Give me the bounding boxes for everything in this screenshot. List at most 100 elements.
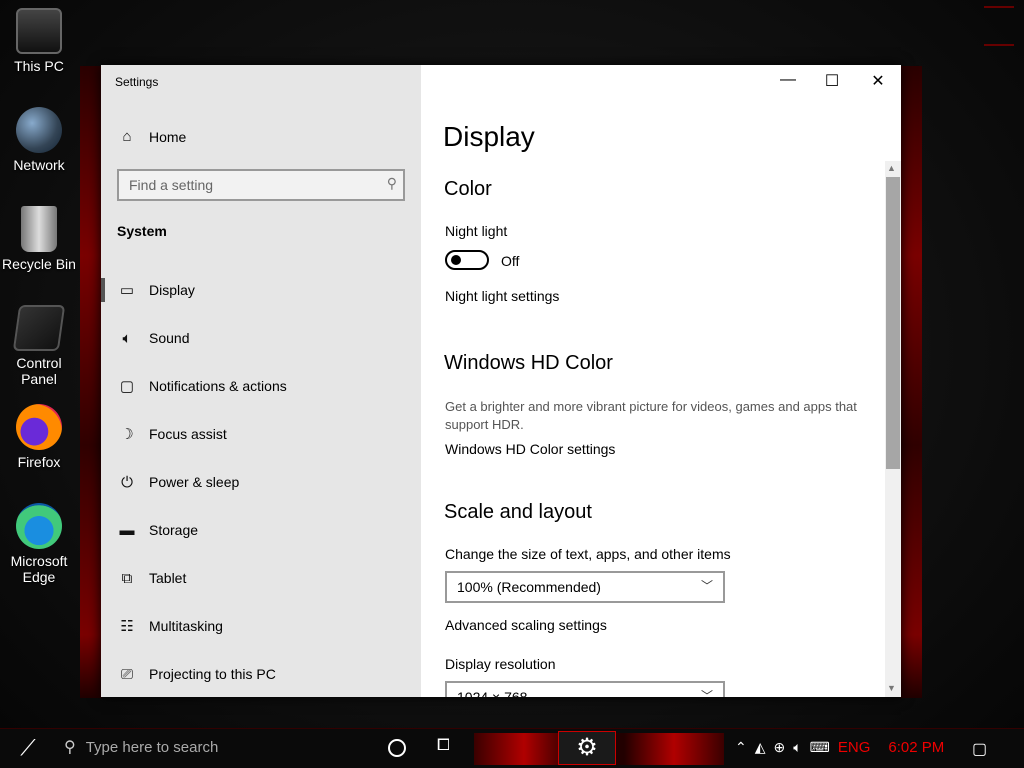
start-logo-icon: ⟋ — [20, 735, 36, 760]
taskbar-search[interactable]: ⚲ Type here to search — [64, 737, 218, 757]
desktop-icon-label: This PC — [14, 58, 64, 74]
sidebar-item-storage[interactable]: ▬ Storage — [101, 506, 421, 554]
hd-color-settings-link[interactable]: Windows HD Color settings — [445, 441, 615, 457]
system-tray: ⌃ ◭ ⊕ 🔈︎ ⌨ ENG 6:02 PM — [735, 739, 944, 756]
resolution-value: 1024 × 768 — [457, 689, 528, 697]
page-title: Display — [443, 121, 535, 152]
sidebar-item-power-sleep[interactable]: ⏻ Power & sleep — [101, 458, 421, 506]
resolution-label: Display resolution — [445, 656, 556, 672]
home-nav-item[interactable]: ⌂ Home — [117, 128, 186, 145]
wallpaper-decoration — [984, 6, 1014, 46]
control-panel-icon — [12, 305, 66, 351]
hd-color-description: Get a brighter and more vibrant picture … — [445, 399, 857, 432]
start-button[interactable]: ⟋ — [0, 729, 56, 768]
scale-layout-heading: Scale and layout — [444, 501, 592, 523]
night-light-toggle[interactable] — [445, 250, 489, 270]
desktop-icon-label: Microsoft Edge — [10, 553, 68, 585]
task-view-icon[interactable]: ⧠ — [437, 737, 450, 755]
globe-icon[interactable]: ⊕ — [774, 739, 786, 756]
power-icon: ⏻ — [121, 473, 133, 491]
size-label: Change the size of text, apps, and other… — [445, 546, 731, 562]
find-setting-input[interactable]: Find a setting ⚲ — [117, 169, 405, 201]
sidebar-item-label: Tablet — [149, 570, 187, 586]
clock[interactable]: 6:02 PM — [888, 739, 944, 756]
scroll-down-icon[interactable]: ▼ — [887, 683, 896, 693]
window-title: Settings — [115, 75, 159, 89]
tray-overflow-icon[interactable]: ⌃ — [735, 739, 747, 756]
keyboard-icon[interactable]: ⌨ — [810, 739, 830, 756]
chevron-down-icon: ﹀ — [700, 689, 713, 697]
search-placeholder: Find a setting — [129, 177, 214, 193]
color-heading: Color — [444, 178, 492, 200]
multitask-icon: ☷ — [120, 618, 134, 635]
monitor-icon: ▭ — [119, 282, 135, 299]
projector-icon: ⎚ — [120, 665, 133, 683]
settings-window: Settings ⌂ Home Find a setting ⚲ System … — [101, 65, 901, 697]
settings-taskbar-button[interactable]: ⚙ — [558, 731, 616, 765]
desktop-icon-label: Control Panel — [16, 355, 62, 387]
desktop-icon-control-panel[interactable]: Control Panel — [0, 305, 78, 387]
sidebar-item-label: Notifications & actions — [149, 378, 287, 394]
sidebar-item-label: Power & sleep — [149, 474, 240, 490]
hd-color-heading: Windows HD Color — [444, 352, 613, 374]
computer-icon — [16, 8, 62, 54]
desktop-icon-label: Network — [13, 157, 65, 173]
sidebar-item-focus-assist[interactable]: ☽ Focus assist — [101, 410, 421, 458]
sidebar-item-multitasking[interactable]: ☷ Multitasking — [101, 602, 421, 650]
toggle-knob — [451, 255, 461, 265]
chevron-down-icon: ﹀ — [700, 579, 713, 593]
scale-value: 100% (Recommended) — [457, 579, 601, 595]
sidebar-item-label: Display — [149, 282, 195, 298]
edge-icon — [16, 503, 62, 549]
night-light-label: Night light — [445, 223, 508, 239]
settings-sidebar: Settings ⌂ Home Find a setting ⚲ System … — [101, 65, 421, 697]
rog-icon[interactable]: ◭ — [755, 739, 766, 756]
firefox-icon — [16, 404, 62, 450]
sidebar-section-label: System — [117, 223, 167, 239]
search-icon: ⚲ — [64, 739, 76, 756]
night-light-state: Off — [501, 253, 520, 269]
desktop-icon-this-pc[interactable]: This PC — [0, 8, 78, 74]
moon-icon: ☽ — [120, 426, 134, 443]
gear-icon: ⚙ — [576, 734, 598, 761]
scrollbar-thumb[interactable] — [886, 177, 900, 469]
scroll-up-icon[interactable]: ▲ — [887, 163, 896, 173]
network-icon — [16, 107, 62, 153]
scrollbar[interactable]: ▲ ▼ — [885, 161, 901, 697]
taskbar-search-placeholder: Type here to search — [85, 738, 219, 756]
cortana-icon[interactable] — [388, 739, 406, 757]
wallpaper-frame-right — [900, 66, 922, 698]
sidebar-item-display[interactable]: ▭ Display — [101, 266, 421, 314]
sidebar-item-label: Projecting to this PC — [149, 666, 276, 682]
desktop-icon-network[interactable]: Network — [0, 107, 78, 173]
sidebar-item-projecting[interactable]: ⎚ Projecting to this PC — [101, 650, 421, 698]
drive-icon: ▬ — [119, 521, 135, 539]
sidebar-item-label: Sound — [149, 330, 190, 346]
advanced-scaling-link[interactable]: Advanced scaling settings — [445, 617, 607, 633]
recycle-bin-icon — [21, 206, 57, 252]
night-light-settings-link[interactable]: Night light settings — [445, 288, 559, 304]
scale-dropdown[interactable]: 100% (Recommended) ﹀ — [445, 571, 725, 603]
sidebar-item-notifications[interactable]: ▢ Notifications & actions — [101, 362, 421, 410]
sidebar-item-sound[interactable]: 🔈︎ Sound — [101, 314, 421, 362]
search-icon: ⚲ — [386, 175, 397, 191]
sidebar-item-tablet[interactable]: ⧉ Tablet — [101, 554, 421, 602]
sidebar-item-label: Focus assist — [149, 426, 227, 442]
desktop-icon-label: Firefox — [17, 454, 61, 470]
language-indicator[interactable]: ENG — [838, 739, 871, 756]
desktop-icon-label: Recycle Bin — [2, 256, 76, 272]
wallpaper-frame-left — [80, 66, 102, 698]
home-label: Home — [149, 128, 187, 145]
speaker-icon: 🔈︎ — [122, 329, 132, 347]
notification-icon[interactable]: ▢ — [972, 739, 987, 759]
home-icon: ⌂ — [122, 128, 132, 145]
desktop-icon-recycle-bin[interactable]: Recycle Bin — [0, 206, 78, 272]
desktop-icon-edge[interactable]: Microsoft Edge — [0, 503, 78, 585]
settings-content: Display Color Night light Off Night ligh… — [421, 65, 901, 697]
taskbar: ⟋ ⚲ Type here to search ⧠ ⚙ ⌃ ◭ ⊕ 🔈︎ ⌨ E… — [0, 728, 1024, 768]
resolution-dropdown[interactable]: 1024 × 768 ﹀ — [445, 681, 725, 697]
volume-muted-icon[interactable]: 🔈︎ — [793, 739, 801, 756]
sidebar-item-label: Storage — [149, 522, 199, 538]
desktop-icon-firefox[interactable]: Firefox — [0, 404, 78, 470]
tablet-icon: ⧉ — [121, 569, 133, 587]
